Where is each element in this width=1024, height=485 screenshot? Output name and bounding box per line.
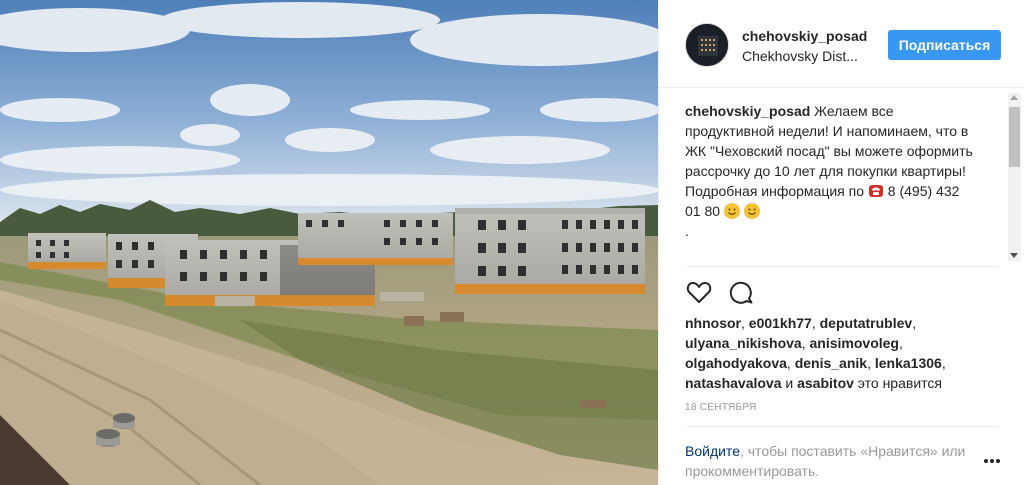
divider: [685, 266, 999, 267]
scrollbar-thumb[interactable]: [1009, 107, 1020, 167]
post-photo[interactable]: [0, 0, 658, 485]
liker-username[interactable]: ulyana_nikishova: [685, 335, 802, 351]
comment-bubble-icon[interactable]: [727, 278, 755, 306]
caption-scroll-area[interactable]: chehovskiy_posad Желаем все продуктивной…: [659, 89, 1024, 267]
scroll-up-arrow-icon[interactable]: [1010, 95, 1018, 100]
telephone-emoji-icon: [868, 185, 883, 197]
likes-summary: nhnosor, e001kh77, deputatrublev, ulyana…: [685, 315, 946, 391]
more-dots-icon[interactable]: [983, 458, 1001, 464]
liker-username[interactable]: anisimovoleg: [810, 335, 899, 351]
liker-username[interactable]: deputatrublev: [820, 315, 913, 331]
post-username[interactable]: chehovskiy_posad: [742, 28, 868, 44]
caption-scrollbar[interactable]: [1008, 93, 1021, 261]
heart-outline-icon[interactable]: [685, 278, 713, 306]
likes-connector: и: [781, 375, 798, 391]
liker-username[interactable]: denis_anik: [795, 355, 867, 371]
smiling-face-emoji-icon: [724, 203, 740, 219]
caption-username[interactable]: chehovskiy_posad: [685, 103, 810, 119]
login-prompt: Войдите, чтобы поставить «Нравится» или …: [685, 441, 975, 481]
smiling-face-emoji-icon: [744, 203, 760, 219]
post-date[interactable]: 18 СЕНТЯБРЯ: [685, 402, 757, 413]
construction-site-image: [0, 0, 658, 485]
login-link[interactable]: Войдите: [685, 443, 740, 459]
liker-username[interactable]: natashavalova: [685, 375, 782, 391]
post-side-panel: chehovskiy_posad Chekhovsky Dist... Подп…: [658, 0, 1024, 485]
likes-suffix: это нравится: [853, 375, 942, 391]
liker-username[interactable]: nhnosor: [685, 315, 741, 331]
liker-username[interactable]: e001kh77: [749, 315, 812, 331]
follow-button[interactable]: Подписаться: [888, 30, 1001, 60]
liker-username[interactable]: asabitov: [797, 375, 854, 391]
caption-trailing: .: [685, 223, 689, 239]
divider: [685, 426, 999, 427]
avatar-image: [686, 24, 728, 66]
avatar[interactable]: [685, 23, 729, 67]
post-caption: chehovskiy_posad Желаем все продуктивной…: [685, 101, 975, 241]
post-header: chehovskiy_posad Chekhovsky Dist... Подп…: [659, 0, 1024, 88]
liker-username[interactable]: lenka1306: [875, 355, 942, 371]
scroll-down-arrow-icon[interactable]: [1010, 253, 1018, 258]
liker-username[interactable]: olgahodyakova: [685, 355, 787, 371]
post-location[interactable]: Chekhovsky Dist...: [742, 48, 858, 64]
